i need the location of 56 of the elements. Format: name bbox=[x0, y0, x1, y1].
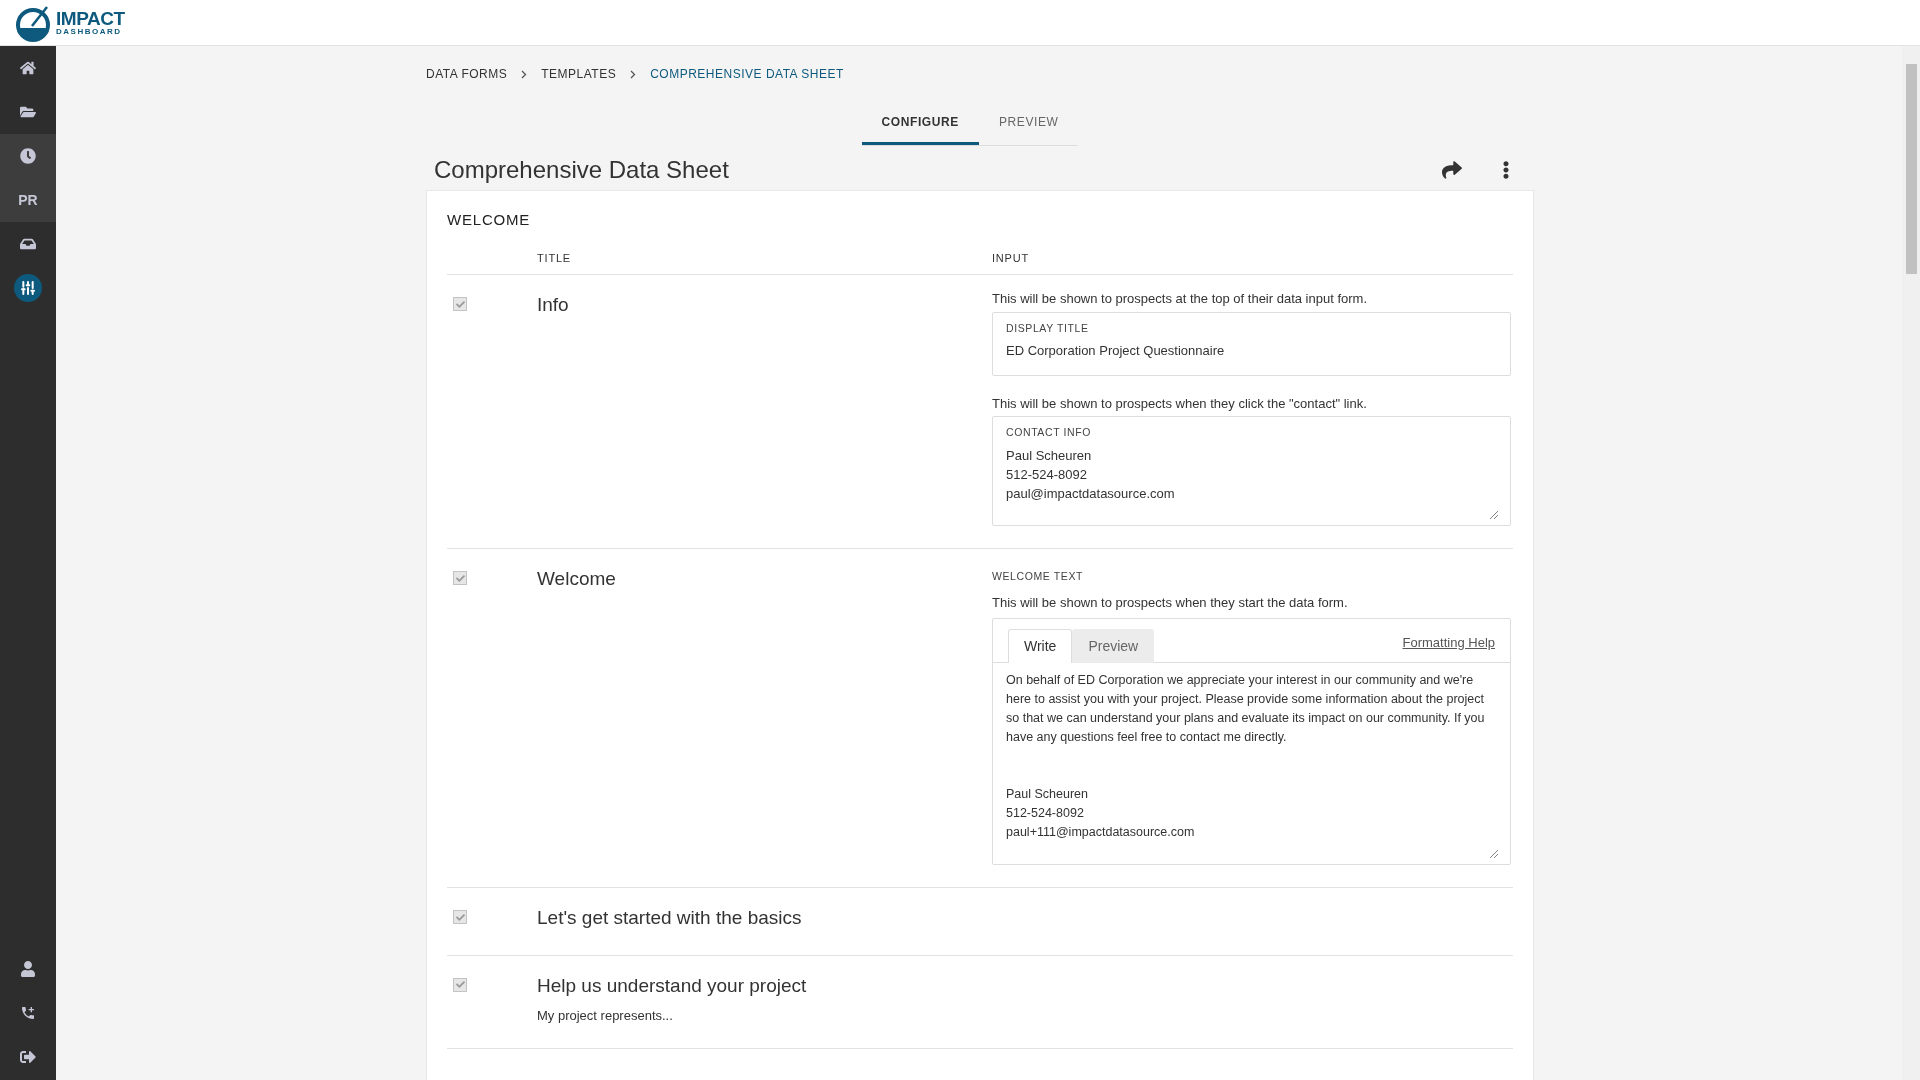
check-icon bbox=[455, 912, 465, 922]
row-title: Help us understand your project bbox=[537, 973, 808, 998]
field-label: DISPLAY TITLE bbox=[1006, 320, 1090, 336]
editor-text[interactable]: On behalf of ED Corporation we appreciate your interest in our community and we're here to assist you with your project. Please provide some information about the project so that we can understand your plans and evaluate its impact on our community. If you have any questions feel free to contact me directly. Paul Scheuren 512-524-8092 paul+111@impactdatasource.com bbox=[1006, 671, 1497, 843]
editor-tab[interactable]: Preview bbox=[1072, 629, 1155, 664]
check-icon bbox=[455, 980, 465, 990]
tab[interactable]: CONFIGURE bbox=[861, 101, 979, 145]
checkbox[interactable] bbox=[453, 910, 467, 925]
row-title: Welcome bbox=[537, 567, 617, 591]
field-hint: This will be shown to prospects when they click the "contact" link. bbox=[992, 394, 1368, 413]
home-icon bbox=[20, 60, 36, 76]
resize-handle-icon bbox=[1490, 850, 1498, 859]
row-title: Info bbox=[537, 293, 570, 317]
check-icon bbox=[455, 573, 465, 583]
nav-item[interactable] bbox=[0, 134, 56, 178]
phone-plus-icon bbox=[20, 1005, 36, 1021]
row-subtitle: My project represents... bbox=[537, 1007, 674, 1026]
nav-label: PR bbox=[18, 190, 38, 210]
row-title: Let's get started with the basics bbox=[537, 906, 803, 931]
check-icon bbox=[455, 299, 465, 309]
nav-item[interactable]: PR bbox=[0, 178, 56, 222]
breadcrumb-link[interactable]: TEMPLATES bbox=[541, 65, 617, 83]
folder-icon bbox=[20, 104, 36, 120]
tab[interactable]: PREVIEW bbox=[978, 101, 1079, 145]
sign-out-icon bbox=[20, 1049, 36, 1065]
field-hint: This will be shown to prospects at the top of their data input form. bbox=[992, 290, 1369, 308]
chevron-right-icon bbox=[630, 69, 637, 79]
page-title: Comprehensive Data Sheet bbox=[434, 155, 729, 185]
breadcrumb-link[interactable]: DATA FORMS bbox=[426, 65, 508, 83]
column-header: TITLE bbox=[537, 250, 572, 266]
scrollbar[interactable] bbox=[1902, 46, 1920, 1080]
inbox-icon bbox=[20, 236, 36, 252]
field-label: WELCOME TEXT bbox=[992, 569, 1084, 584]
sliders-icon bbox=[20, 280, 36, 296]
display-title-field[interactable]: DISPLAY TITLE ED Corporation Project Questionnaire bbox=[992, 311, 1511, 376]
user-icon bbox=[20, 961, 36, 977]
section-title: WELCOME bbox=[447, 210, 532, 230]
chevron-right-icon bbox=[521, 69, 528, 79]
field-value: Paul Scheuren 512-524-8092 paul@impactdatasource.com bbox=[1006, 446, 1176, 503]
field-hint: This will be shown to prospects when they start the data form. bbox=[992, 593, 1349, 612]
resize-handle-icon bbox=[1490, 511, 1498, 519]
checkbox[interactable] bbox=[453, 977, 467, 992]
checkbox[interactable] bbox=[453, 571, 467, 585]
formatting-help-link[interactable]: Formatting Help bbox=[1402, 633, 1495, 653]
scrollbar-thumb[interactable] bbox=[1905, 64, 1917, 274]
logo-name: IMPACT bbox=[56, 9, 125, 28]
field-label: CONTACT INFO bbox=[1006, 425, 1092, 440]
clock-icon bbox=[20, 148, 36, 164]
breadcrumb-link[interactable]: COMPREHENSIVE DATA SHEET bbox=[650, 65, 844, 83]
share-icon[interactable] bbox=[1442, 160, 1462, 180]
contact-info-field[interactable]: CONTACT INFO Paul Scheuren 512-524-8092 paul@impactdatasource.com bbox=[992, 416, 1511, 526]
editor-tab[interactable]: Write bbox=[1008, 629, 1073, 664]
column-header: INPUT bbox=[992, 250, 1030, 266]
field-value: ED Corporation Project Questionnaire bbox=[1006, 342, 1226, 361]
checkbox[interactable] bbox=[453, 297, 467, 311]
logo-tagline: DASHBOARD bbox=[56, 28, 123, 36]
